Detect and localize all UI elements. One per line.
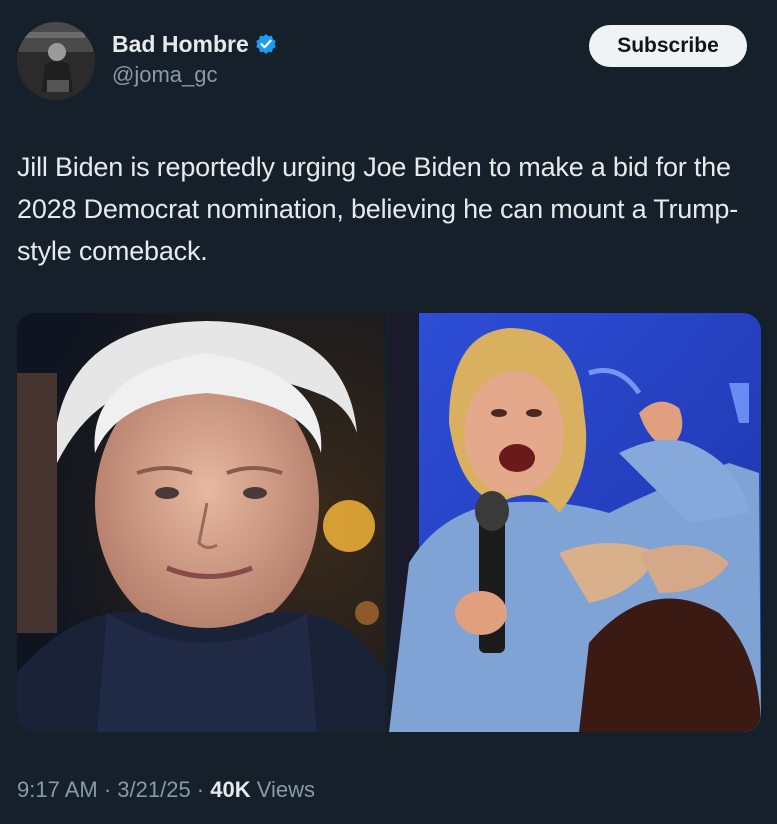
photo-woman (389, 313, 761, 732)
tweet-date[interactable]: 3/21/25 (117, 777, 190, 802)
tweet-header: Bad Hombre @joma_gc Subscribe (17, 22, 747, 104)
display-name[interactable]: Bad Hombre (112, 30, 249, 58)
media-image-2[interactable] (389, 313, 761, 732)
tweet-text: Jill Biden is reportedly urging Joe Bide… (17, 152, 739, 266)
media-image-1[interactable] (17, 313, 385, 732)
subscribe-button[interactable]: Subscribe (589, 25, 747, 67)
verified-badge-icon (255, 33, 277, 55)
meta-separator: · (97, 777, 118, 802)
photo-man (17, 313, 385, 732)
author-block: Bad Hombre @joma_gc (112, 30, 277, 88)
display-name-row: Bad Hombre (112, 30, 277, 58)
avatar-image (17, 22, 95, 100)
views-count[interactable]: 40K (210, 777, 250, 802)
meta-separator: · (190, 777, 211, 802)
author-handle[interactable]: @joma_gc (112, 62, 277, 88)
media-grid (17, 313, 761, 732)
tweet-time[interactable]: 9:17 AM (17, 777, 98, 802)
avatar[interactable] (17, 22, 95, 100)
views-label: Views (250, 777, 316, 802)
tweet-meta: 9:17 AM · 3/21/25 · 40K Views (17, 775, 315, 805)
